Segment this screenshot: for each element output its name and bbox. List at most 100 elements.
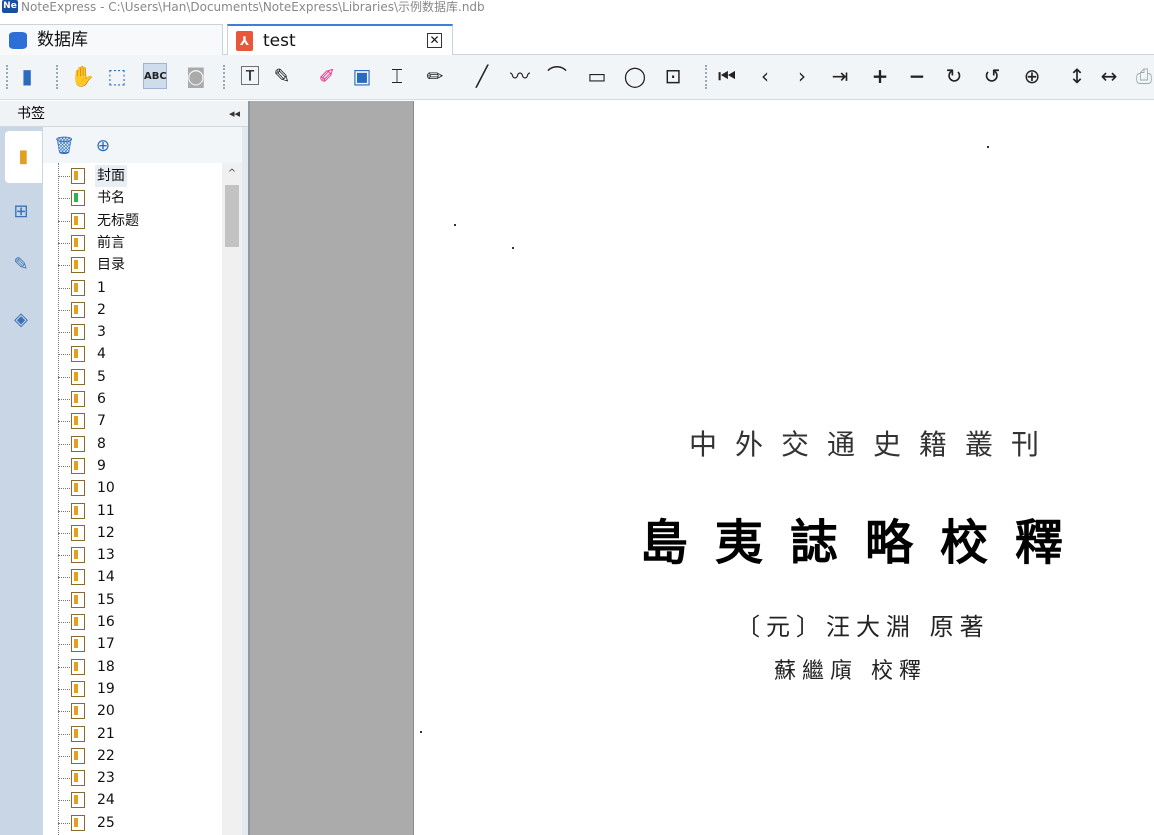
bookmark-label: 1 xyxy=(97,279,106,296)
tree-connector xyxy=(58,555,72,557)
pencil-icon[interactable]: ✏ xyxy=(423,63,447,89)
ellipse-icon[interactable]: ◯ xyxy=(623,63,647,89)
tree-connector xyxy=(58,711,72,713)
bookmark-item[interactable]: 2 xyxy=(43,299,222,321)
bookmark-icon xyxy=(71,792,85,809)
bookmark-icon xyxy=(71,747,85,764)
note-edit-icon[interactable]: ✎ xyxy=(270,63,294,89)
tree-connector xyxy=(58,733,72,735)
bookmark-item[interactable]: 目录 xyxy=(43,254,222,276)
bookmark-item[interactable]: 23 xyxy=(43,767,222,789)
bookmark-panel-icon[interactable]: ▮ xyxy=(5,131,42,183)
zoom-tool-icon[interactable]: ⊕ xyxy=(1020,63,1044,89)
rotate-cw-icon[interactable]: ↻ xyxy=(942,63,966,89)
collapse-panel-icon[interactable]: ◂◂ xyxy=(229,101,240,127)
select-area-icon[interactable]: ⬚ xyxy=(105,63,129,89)
highlighter-icon[interactable]: ✐ xyxy=(315,63,339,89)
last-page-icon[interactable]: ⇥ xyxy=(828,63,852,89)
bookmark-item[interactable]: 15 xyxy=(43,589,222,611)
bookmark-label: 8 xyxy=(97,435,106,452)
snapshot-icon[interactable]: ◙ xyxy=(184,63,208,89)
bookmark-item[interactable]: 10 xyxy=(43,477,222,499)
tab-test[interactable]: ⅄ test ✕ xyxy=(227,24,453,55)
print-icon[interactable]: ⎙ xyxy=(1132,63,1154,89)
freehand-icon[interactable]: 〰 xyxy=(508,63,532,89)
close-tab-icon[interactable]: ✕ xyxy=(427,33,442,48)
bookmark-item[interactable]: 书名 xyxy=(43,187,222,209)
bookmark-scrollbar[interactable]: ^ xyxy=(222,163,242,835)
bookmark-item[interactable]: 12 xyxy=(43,522,222,544)
rectangle-icon[interactable]: ▭ xyxy=(585,63,609,89)
bookmark-item[interactable]: 25 xyxy=(43,812,222,834)
bookmark-item[interactable]: 19 xyxy=(43,678,222,700)
bookmark-item[interactable]: 22 xyxy=(43,745,222,767)
bookmark-label: 10 xyxy=(97,480,115,497)
book-author: 〔元〕汪大淵 原著 xyxy=(736,613,990,641)
bookmark-item[interactable]: 3 xyxy=(43,321,222,343)
text-select-icon[interactable]: ABC xyxy=(143,63,167,89)
bookmark-icon xyxy=(71,279,85,296)
bookmark-item[interactable]: 5 xyxy=(43,366,222,388)
bookmark-item[interactable]: 9 xyxy=(43,455,222,477)
arc-icon[interactable]: ⌒ xyxy=(545,63,569,89)
hand-tool-icon[interactable]: ✋ xyxy=(70,63,95,89)
bookmark-item[interactable]: 20 xyxy=(43,700,222,722)
bookmark-item[interactable]: 6 xyxy=(43,388,222,410)
page-speck xyxy=(512,247,514,249)
bookmark-icon xyxy=(71,346,85,363)
zoom-out-icon[interactable]: − xyxy=(905,63,929,89)
bookmark-label: 16 xyxy=(97,614,115,630)
toolbar-separator xyxy=(56,65,60,89)
tab-database[interactable]: 数据库 xyxy=(0,24,223,55)
bookmark-item[interactable]: 18 xyxy=(43,656,222,678)
bookmark-icon xyxy=(71,502,85,519)
tree-connector xyxy=(58,309,72,311)
tree-connector xyxy=(58,688,72,690)
bookmark-icon xyxy=(71,368,85,385)
bookmark-item[interactable]: 13 xyxy=(43,544,222,566)
zoom-in-icon[interactable]: + xyxy=(868,63,892,89)
bookmark-item[interactable]: 1 xyxy=(43,277,222,299)
rotate-ccw-icon[interactable]: ↺ xyxy=(980,63,1004,89)
bookmark-item[interactable]: 14 xyxy=(43,566,222,588)
bookmark-item[interactable]: 7 xyxy=(43,410,222,432)
text-box-icon[interactable]: 🅃 xyxy=(238,63,262,89)
first-page-icon[interactable]: ⏮ xyxy=(715,63,739,89)
area-highlight-icon[interactable]: ▣ xyxy=(350,63,374,89)
bookmark-item[interactable]: 11 xyxy=(43,500,222,522)
line-icon[interactable]: ╱ xyxy=(470,63,494,89)
bookmark-item[interactable]: 16 xyxy=(43,611,222,633)
bookmark-icon xyxy=(71,457,85,474)
bookmark-item[interactable]: 21 xyxy=(43,723,222,745)
thumbnail-panel-icon[interactable]: ⊞ xyxy=(8,199,34,225)
panel-rail: ▮ ⊞ ✎ ◈ xyxy=(0,127,43,835)
bookmark-icon xyxy=(71,569,85,586)
add-bookmark-icon[interactable]: ⊕ xyxy=(92,135,114,157)
text-insert-icon[interactable]: ⌶ xyxy=(385,63,409,89)
bookmark-item[interactable]: 8 xyxy=(43,433,222,455)
layers-panel-icon[interactable]: ◈ xyxy=(8,307,34,333)
tree-connector xyxy=(58,778,72,780)
bookmark-item[interactable]: 17 xyxy=(43,633,222,655)
next-page-icon[interactable]: › xyxy=(790,63,814,89)
delete-bookmark-icon[interactable]: 🗑 xyxy=(53,135,75,157)
tree-connector xyxy=(58,376,72,378)
fit-width-icon[interactable]: ↔ xyxy=(1097,63,1121,89)
bookmark-item[interactable]: 无标题 xyxy=(43,210,222,232)
image-icon[interactable]: ⊡ xyxy=(661,63,685,89)
fit-height-icon[interactable]: ↕ xyxy=(1065,63,1089,89)
bookmark-item[interactable]: 前言 xyxy=(43,232,222,254)
prev-page-icon[interactable]: ‹ xyxy=(753,63,777,89)
scroll-up-icon[interactable]: ^ xyxy=(222,165,242,183)
bookmark-icon xyxy=(71,658,85,675)
bookmark-item[interactable]: 24 xyxy=(43,789,222,811)
pdf-page[interactable]: 中外交通史籍叢刊 島夷誌略校釋 〔元〕汪大淵 原著 蘇繼廎 校釋 xyxy=(413,101,1154,835)
pdf-viewer-background xyxy=(250,101,413,835)
scroll-thumb[interactable] xyxy=(225,185,239,247)
bookmark-item[interactable]: 4 xyxy=(43,343,222,365)
page-icon[interactable]: ▮ xyxy=(15,63,39,89)
tree-connector xyxy=(58,599,72,601)
bookmark-item[interactable]: 封面 xyxy=(43,165,222,187)
bookmark-label: 书名 xyxy=(97,190,125,207)
annotation-panel-icon[interactable]: ✎ xyxy=(8,252,34,278)
